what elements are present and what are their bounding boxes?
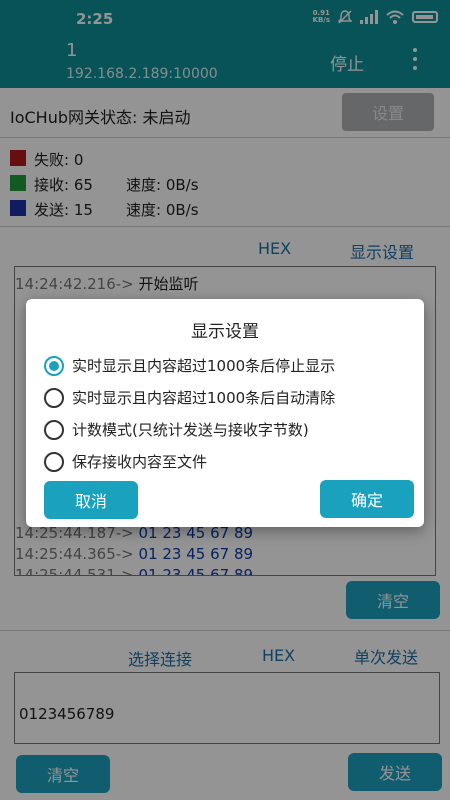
- dialog-ok-button[interactable]: 确定: [320, 480, 414, 518]
- radio-icon[interactable]: [44, 419, 64, 440]
- option-label: 保存接收内容至文件: [72, 453, 208, 471]
- dialog-cancel-button[interactable]: 取消: [44, 481, 138, 519]
- option-label: 计数模式(只统计发送与接收字节数): [72, 421, 309, 439]
- option-save-to-file[interactable]: 保存接收内容至文件: [44, 451, 207, 472]
- option-count-mode[interactable]: 计数模式(只统计发送与接收字节数): [44, 419, 309, 440]
- option-label: 实时显示且内容超过1000条后停止显示: [72, 357, 336, 375]
- display-settings-dialog: 显示设置 实时显示且内容超过1000条后停止显示 实时显示且内容超过1000条后…: [26, 299, 424, 527]
- radio-icon[interactable]: [44, 387, 64, 408]
- dialog-title: 显示设置: [191, 322, 259, 342]
- radio-selected-icon[interactable]: [44, 355, 64, 376]
- option-auto-clear[interactable]: 实时显示且内容超过1000条后自动清除: [44, 387, 335, 408]
- option-label: 实时显示且内容超过1000条后自动清除: [72, 389, 336, 407]
- radio-icon[interactable]: [44, 451, 64, 472]
- option-stop-display[interactable]: 实时显示且内容超过1000条后停止显示: [44, 355, 335, 376]
